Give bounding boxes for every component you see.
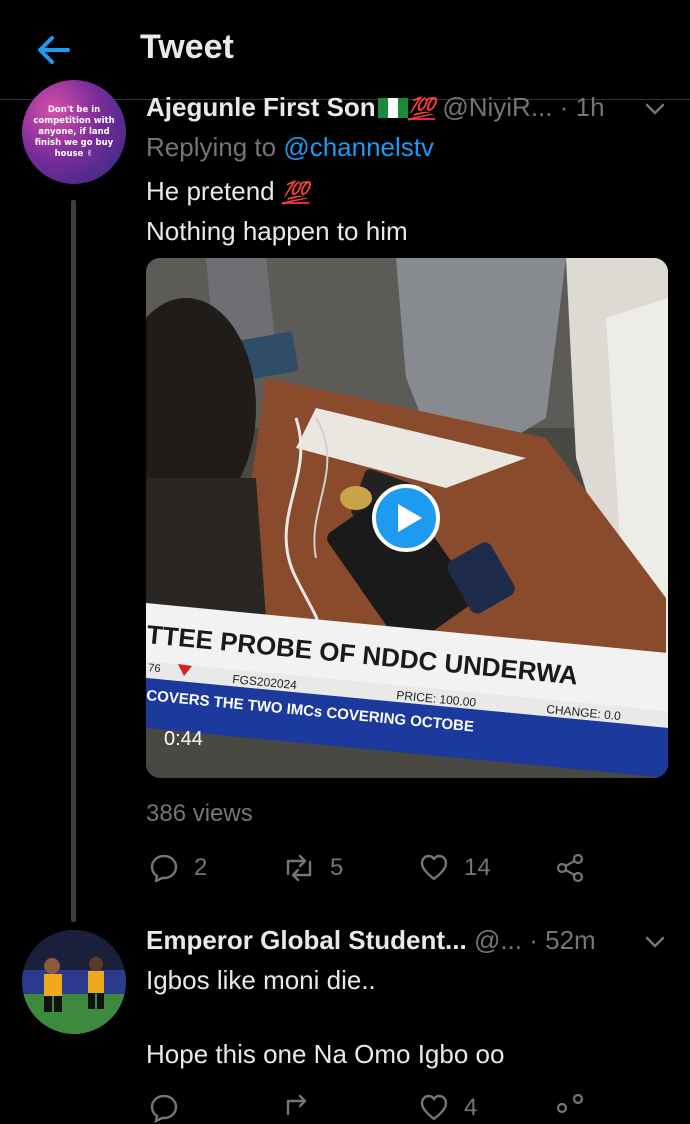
tweet-line-1: Igbos like moni die.. xyxy=(146,965,376,995)
video-duration: 0:44 xyxy=(164,728,203,750)
tweet-text: He pretend 💯 Nothing happen to him xyxy=(146,172,408,250)
share-button[interactable] xyxy=(554,1092,586,1124)
replying-to: Replying to @channelstv xyxy=(146,132,434,163)
retweet-count: 5 xyxy=(330,854,344,881)
play-icon xyxy=(398,504,422,532)
reply-icon xyxy=(150,854,178,883)
top-bar: Tweet xyxy=(0,0,690,100)
like-button[interactable]: 14 xyxy=(418,852,491,884)
reply-icon xyxy=(150,1094,178,1124)
tweet-line-1: He pretend xyxy=(146,176,275,206)
timestamp: · 1h xyxy=(559,92,605,122)
retweet-button[interactable]: 5 xyxy=(282,852,343,884)
heart-icon xyxy=(420,1094,448,1121)
avatar-image xyxy=(22,930,126,1034)
hundred-emoji: 💯 xyxy=(281,180,310,206)
hundred-emoji: 💯 xyxy=(407,96,436,122)
like-count: 14 xyxy=(464,854,491,881)
reply-button[interactable] xyxy=(148,1092,180,1124)
heart-icon xyxy=(420,854,448,881)
tweet-text: Igbos like moni die.. Hope this one Na O… xyxy=(146,961,504,1073)
share-icon xyxy=(556,853,584,883)
author-row: Emperor Global Student... @... · 52m xyxy=(146,925,596,956)
avatar-text: Don't be in competition with anyone, if … xyxy=(33,104,115,159)
retweet-icon xyxy=(286,1094,307,1116)
tweet-line-2: Nothing happen to him xyxy=(146,216,408,246)
timestamp: · 52m xyxy=(529,925,596,955)
nigeria-flag-icon xyxy=(377,98,408,118)
retweet-icon xyxy=(286,854,312,882)
handle[interactable]: @... xyxy=(474,925,522,955)
display-name[interactable]: Ajegunle First Son xyxy=(146,92,376,122)
thread-line xyxy=(71,200,76,922)
avatar[interactable] xyxy=(22,930,126,1034)
author-row: Ajegunle First Son 💯 @NiyiR... · 1h xyxy=(146,92,605,123)
back-button[interactable] xyxy=(32,28,76,72)
display-name[interactable]: Emperor Global Student... xyxy=(146,925,467,955)
tweet-line-2: Hope this one Na Omo Igbo oo xyxy=(146,1039,505,1069)
like-count: 4 xyxy=(464,1094,478,1121)
video-player[interactable]: TTEE PROBE OF NDDC UNDERWA 76 FGS202024 … xyxy=(146,258,668,778)
reply-button[interactable]: 2 xyxy=(148,852,207,884)
handle[interactable]: @NiyiR... xyxy=(442,92,552,122)
play-button[interactable] xyxy=(372,484,440,552)
chevron-down-icon[interactable] xyxy=(642,929,668,955)
share-icon xyxy=(556,1093,584,1114)
avatar[interactable]: Don't be in competition with anyone, if … xyxy=(22,80,126,184)
reply-count: 2 xyxy=(194,854,208,881)
ticker-left: 76 xyxy=(148,662,161,675)
mention-link[interactable]: @channelstv xyxy=(283,132,434,162)
share-button[interactable] xyxy=(554,852,586,884)
view-count: 386 views xyxy=(146,800,253,827)
page-title: Tweet xyxy=(140,28,234,66)
replying-prefix: Replying to xyxy=(146,132,277,162)
like-button[interactable]: 4 xyxy=(418,1092,477,1124)
arrow-left-icon xyxy=(38,36,70,64)
chevron-down-icon[interactable] xyxy=(642,96,668,122)
retweet-button[interactable] xyxy=(282,1092,316,1124)
